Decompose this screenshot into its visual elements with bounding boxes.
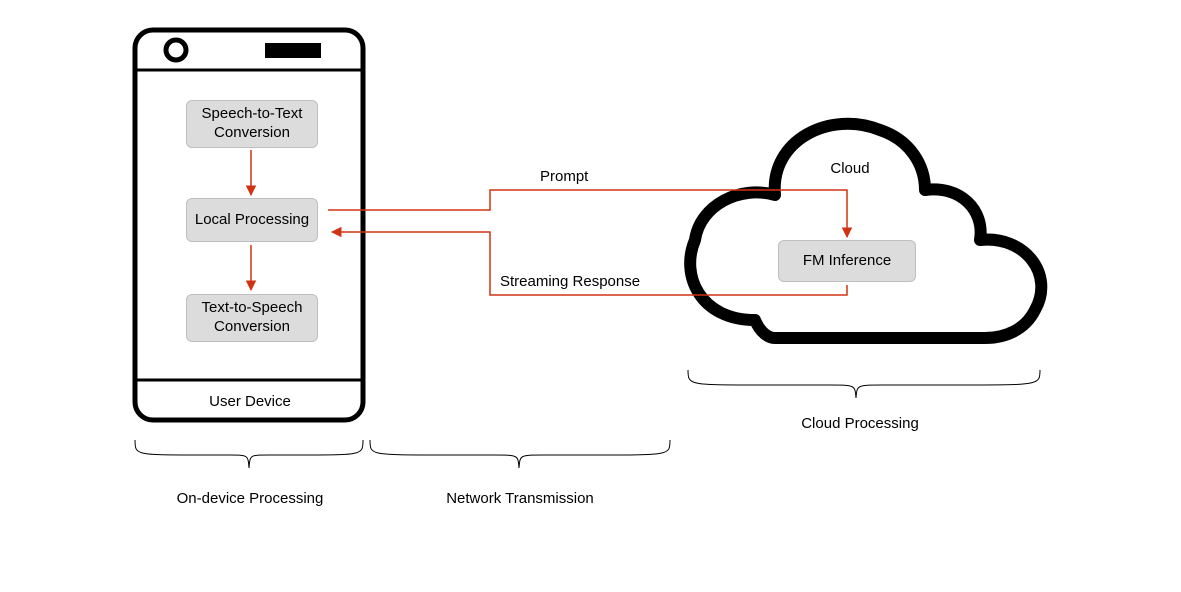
brace-network — [370, 440, 670, 468]
label-network: Network Transmission — [440, 490, 600, 507]
node-label: Speech-to-TextConversion — [202, 105, 303, 143]
label-cloud-processing: Cloud Processing — [790, 415, 930, 432]
cloud-title: Cloud — [800, 160, 900, 177]
label-response: Streaming Response — [500, 273, 640, 290]
node-text-to-speech: Text-to-SpeechConversion — [186, 294, 318, 342]
node-label: Text-to-SpeechConversion — [202, 299, 303, 337]
node-label: FM Inference — [803, 252, 891, 271]
cloud-icon — [690, 124, 1041, 338]
node-local-processing: Local Processing — [186, 198, 318, 242]
brace-cloud — [688, 370, 1040, 398]
node-label: Local Processing — [195, 211, 309, 230]
label-ondevice: On-device Processing — [170, 490, 330, 507]
diagram-stage: Speech-to-TextConversion Local Processin… — [0, 0, 1181, 592]
brace-ondevice — [135, 440, 363, 468]
label-user-device: User Device — [200, 393, 300, 410]
node-speech-to-text: Speech-to-TextConversion — [186, 100, 318, 148]
label-prompt: Prompt — [540, 168, 588, 185]
node-fm-inference: FM Inference — [778, 240, 916, 282]
